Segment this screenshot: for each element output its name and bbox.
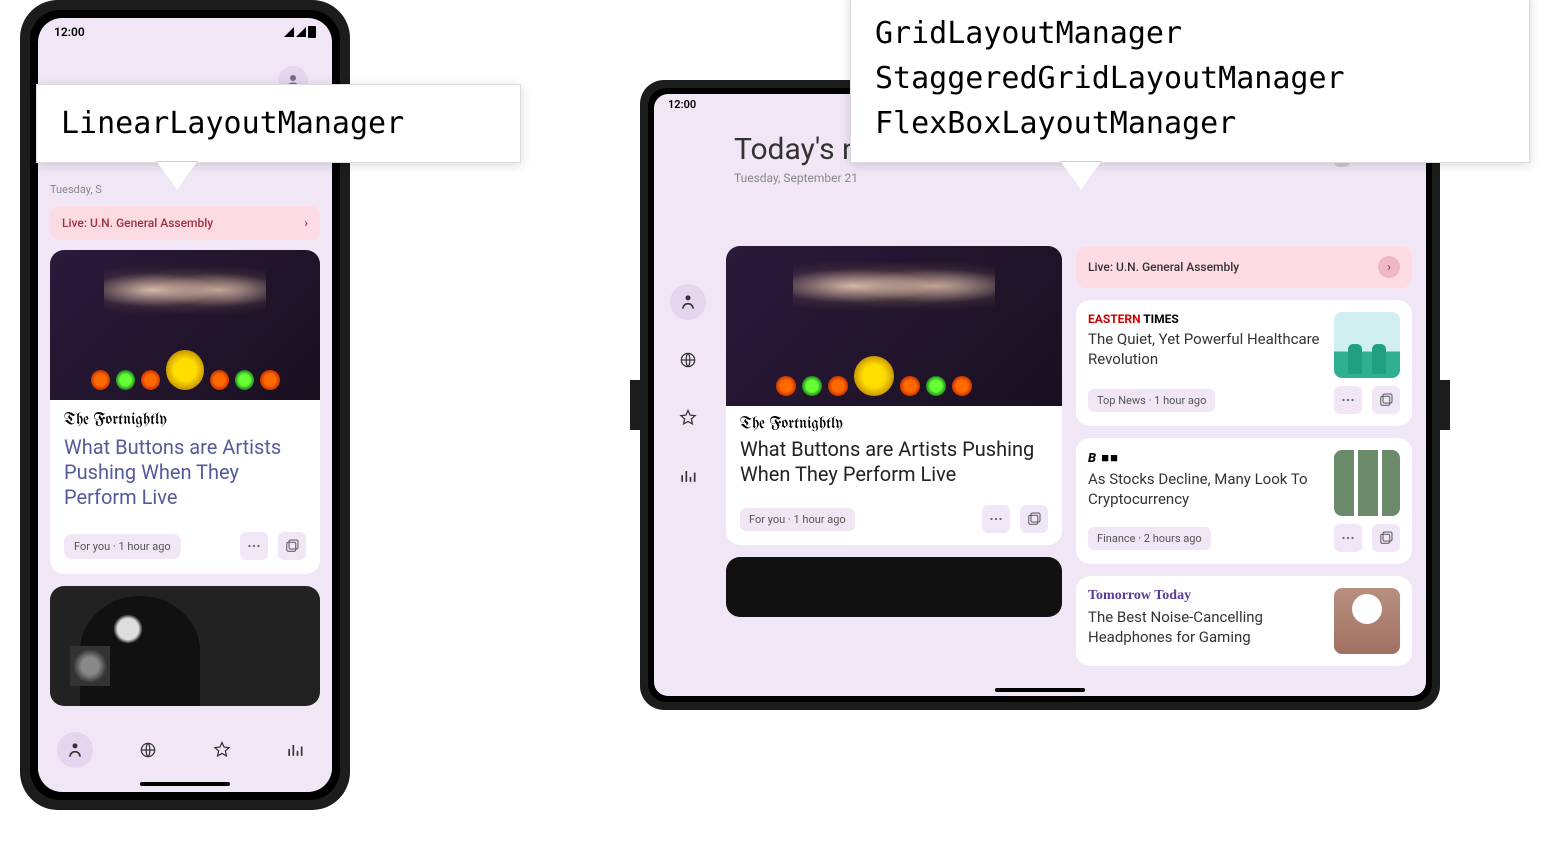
more-button[interactable] — [1334, 524, 1362, 552]
status-icons — [284, 26, 316, 38]
news-card[interactable]: The Fortnightly What Buttons are Artists… — [50, 250, 320, 574]
status-time: 12:00 — [668, 98, 696, 111]
callout-pointer-icon — [157, 162, 197, 190]
nav-for-you[interactable] — [57, 732, 93, 768]
callout-text: GridLayoutManager — [875, 11, 1505, 56]
cards-icon — [283, 537, 301, 555]
news-card[interactable] — [726, 557, 1062, 617]
source-label: Tomorrow Today — [1088, 588, 1322, 604]
nav-stats[interactable] — [277, 732, 313, 768]
person-icon — [678, 292, 698, 312]
more-button[interactable] — [1334, 386, 1362, 414]
live-banner[interactable]: Live: U.N. General Assembly › — [1076, 246, 1412, 288]
headline: The Quiet, Yet Powerful Healthcare Revol… — [1088, 330, 1322, 369]
tablet-device-frame: 12:00 Today's news 76°F Tuesday, Septemb… — [640, 80, 1440, 710]
status-time: 12:00 — [54, 25, 85, 39]
cards-icon — [1377, 391, 1395, 409]
nav-starred[interactable] — [204, 732, 240, 768]
home-indicator — [140, 782, 230, 786]
stats-icon — [285, 740, 305, 760]
headline: What Buttons are Artists Pushing When Th… — [740, 437, 1048, 487]
source-label: The Fortnightly — [740, 416, 1048, 433]
callout-linear: LinearLayoutManager — [36, 84, 521, 163]
news-card[interactable]: EASTERN TIMES The Quiet, Yet Powerful He… — [1076, 300, 1412, 426]
content-columns: The Fortnightly What Buttons are Artists… — [726, 246, 1412, 690]
date-label: Tuesday, September 21 — [734, 171, 1346, 185]
bottom-nav — [38, 728, 332, 772]
more-button[interactable] — [240, 532, 268, 560]
read-button[interactable] — [1372, 386, 1400, 414]
news-card[interactable]: The Fortnightly What Buttons are Artists… — [726, 246, 1062, 545]
news-card[interactable]: Tomorrow Today The Best Noise-Cancelling… — [1076, 576, 1412, 666]
rail-starred[interactable] — [670, 400, 706, 436]
live-banner-label: Live: U.N. General Assembly — [62, 216, 213, 230]
callout-pointer-icon — [1061, 162, 1101, 190]
column-left: The Fortnightly What Buttons are Artists… — [726, 246, 1062, 690]
callout-text: FlexBoxLayoutManager — [875, 101, 1505, 146]
more-button[interactable] — [982, 505, 1010, 533]
source-label: EASTERN TIMES — [1088, 312, 1322, 326]
rail-world[interactable] — [670, 342, 706, 378]
date-label-peek: Tuesday, S — [50, 183, 102, 196]
battery-icon — [308, 26, 316, 38]
source-label: B ■■ — [1088, 450, 1322, 466]
meta-chip: For you · 1 hour ago — [64, 534, 181, 559]
ellipsis-icon — [987, 510, 1005, 528]
side-nav-rail — [668, 284, 708, 494]
meta-chip: Finance · 2 hours ago — [1088, 527, 1211, 550]
phone-status-bar: 12:00 — [38, 18, 332, 46]
nav-world[interactable] — [130, 732, 166, 768]
card-hero-image — [726, 246, 1062, 406]
star-icon — [678, 408, 698, 428]
news-card[interactable] — [50, 586, 320, 706]
wifi-icon — [296, 27, 306, 37]
ellipsis-icon — [1339, 529, 1357, 547]
person-icon — [65, 740, 85, 760]
card-hero-image — [50, 586, 320, 706]
chevron-right-icon: › — [1378, 256, 1400, 278]
source-label: The Fortnightly — [64, 412, 306, 429]
tablet-screen: 12:00 Today's news 76°F Tuesday, Septemb… — [654, 94, 1426, 696]
headline: As Stocks Decline, Many Look To Cryptocu… — [1088, 470, 1322, 509]
live-banner[interactable]: Live: U.N. General Assembly › — [50, 206, 320, 240]
live-banner-label: Live: U.N. General Assembly — [1088, 260, 1239, 274]
star-icon — [212, 740, 232, 760]
thumbnail-image — [1334, 450, 1400, 516]
headline: The Best Noise-Cancelling Headphones for… — [1088, 608, 1322, 647]
stats-icon — [678, 466, 698, 486]
card-hero-image — [50, 250, 320, 400]
cards-icon — [1377, 529, 1395, 547]
ellipsis-icon — [1339, 391, 1357, 409]
read-button[interactable] — [1020, 505, 1048, 533]
headline: What Buttons are Artists Pushing When Th… — [64, 435, 306, 510]
rail-for-you[interactable] — [670, 284, 706, 320]
callout-text: StaggeredGridLayoutManager — [875, 56, 1505, 101]
callout-text: LinearLayoutManager — [61, 101, 496, 146]
callout-grid: GridLayoutManager StaggeredGridLayoutMan… — [850, 0, 1530, 163]
card-hero-image — [726, 557, 1062, 617]
home-indicator — [995, 688, 1085, 692]
meta-chip: For you · 1 hour ago — [740, 508, 855, 531]
thumbnail-image — [1334, 588, 1400, 654]
thumbnail-image — [1334, 312, 1400, 378]
globe-icon — [138, 740, 158, 760]
meta-chip: Top News · 1 hour ago — [1088, 389, 1215, 412]
rail-stats[interactable] — [670, 458, 706, 494]
globe-icon — [678, 350, 698, 370]
read-button[interactable] — [1372, 524, 1400, 552]
signal-icon — [284, 27, 294, 37]
chevron-right-icon: › — [304, 216, 308, 230]
ellipsis-icon — [245, 537, 263, 555]
column-right: Live: U.N. General Assembly › EASTERN TI… — [1076, 246, 1412, 690]
news-card[interactable]: B ■■ As Stocks Decline, Many Look To Cry… — [1076, 438, 1412, 564]
read-button[interactable] — [278, 532, 306, 560]
cards-icon — [1025, 510, 1043, 528]
